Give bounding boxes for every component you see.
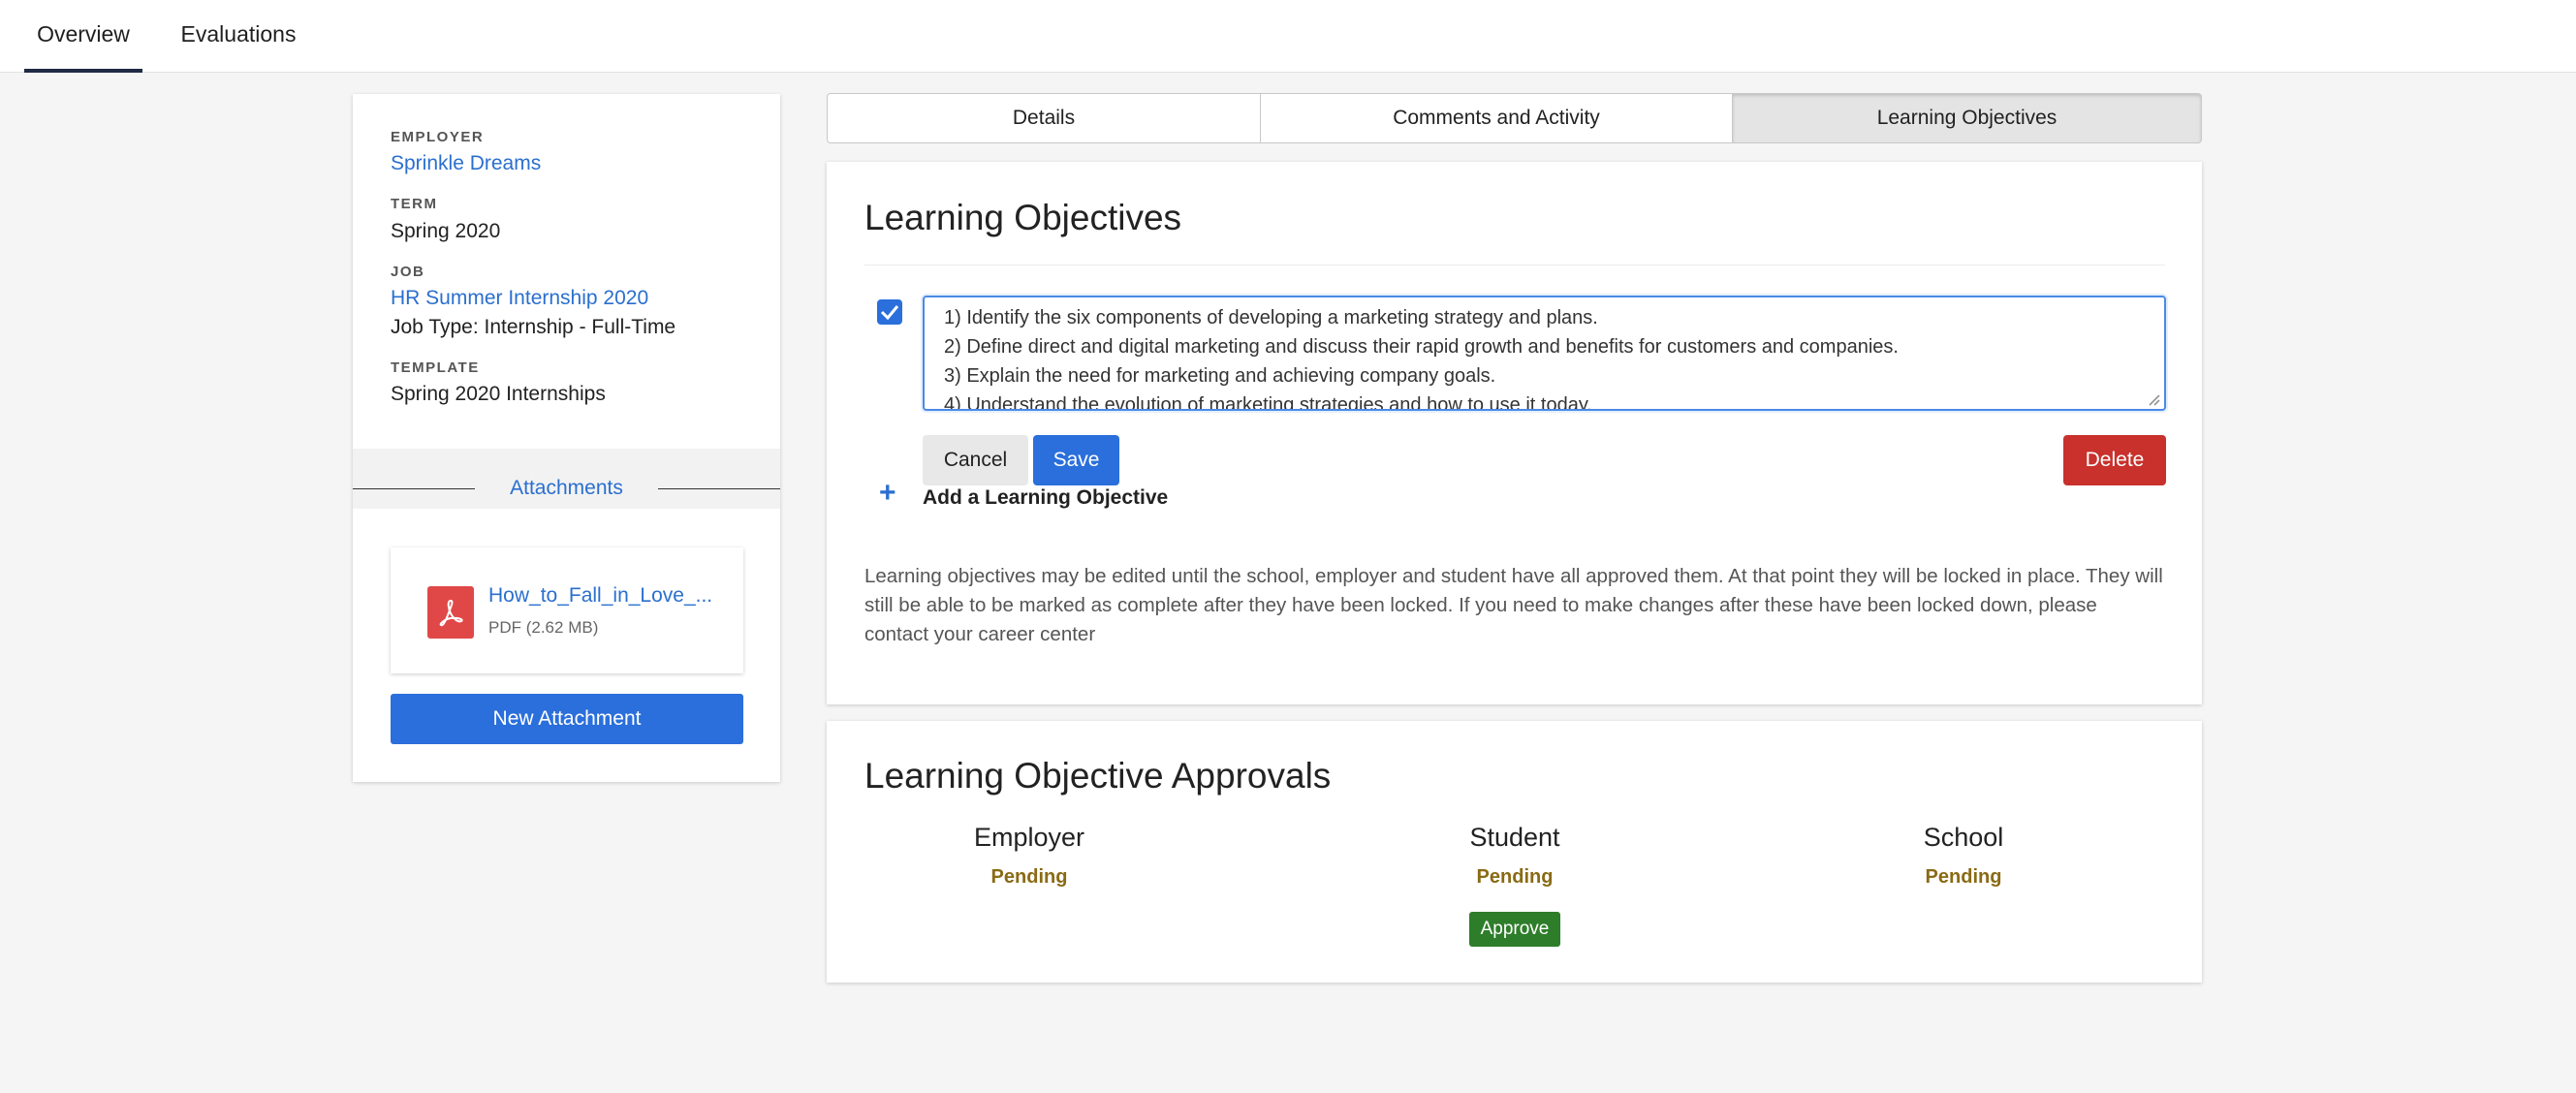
approval-school: School Pending <box>1818 823 2109 889</box>
attachments-title: Attachments <box>353 477 780 500</box>
objective-line: 4) Understand the evolution of marketing… <box>944 394 1592 411</box>
attachment-size: PDF (2.62 MB) <box>488 618 599 637</box>
pdf-icon <box>427 586 474 639</box>
approve-button[interactable]: Approve <box>1469 912 1560 947</box>
add-objective-link[interactable]: Add a Learning Objective <box>923 486 1168 510</box>
approvals-card: Learning Objective Approvals Employer Pe… <box>827 721 2202 983</box>
term-label: TERM <box>391 196 438 212</box>
term-value: Spring 2020 <box>391 220 501 242</box>
new-attachment-button[interactable]: New Attachment <box>391 694 743 744</box>
template-value: Spring 2020 Internships <box>391 383 606 405</box>
approval-student: Student Pending <box>1369 823 1660 889</box>
status-badge: Pending <box>1476 866 1554 888</box>
objective-line: 1) Identify the six components of develo… <box>944 307 1598 328</box>
objective-line: 3) Explain the need for marketing and ac… <box>944 365 1496 387</box>
tab-overview[interactable]: Overview <box>24 0 142 73</box>
resize-handle-icon[interactable] <box>2147 392 2160 406</box>
delete-button[interactable]: Delete <box>2063 435 2166 485</box>
template-label: TEMPLATE <box>391 359 480 376</box>
employer-link[interactable]: Sprinkle Dreams <box>391 152 541 175</box>
objective-textarea[interactable]: 1) Identify the six components of develo… <box>923 296 2166 411</box>
objective-checkbox[interactable] <box>877 299 902 325</box>
job-label: JOB <box>391 264 425 280</box>
top-nav: Overview Evaluations <box>0 0 2576 73</box>
save-button[interactable]: Save <box>1033 435 1119 485</box>
tab-evaluations[interactable]: Evaluations <box>173 0 304 73</box>
approval-name: School <box>1923 823 2004 852</box>
job-type: Job Type: Internship - Full-Time <box>391 316 676 338</box>
employer-label: EMPLOYER <box>391 129 485 145</box>
approval-employer: Employer Pending <box>884 823 1175 889</box>
job-link[interactable]: HR Summer Internship 2020 <box>391 287 648 310</box>
cancel-button[interactable]: Cancel <box>923 435 1028 485</box>
check-icon <box>880 305 899 321</box>
approval-name: Student <box>1469 823 1560 852</box>
attachment-card[interactable]: How_to_Fall_in_Love_... PDF (2.62 MB) <box>391 547 743 673</box>
plus-icon[interactable]: + <box>879 477 896 510</box>
tab-details[interactable]: Details <box>827 93 1261 143</box>
objectives-note: Learning objectives may be edited until … <box>864 565 2163 645</box>
objective-line: 2) Define direct and digital marketing a… <box>944 336 1899 358</box>
attachment-name[interactable]: How_to_Fall_in_Love_... <box>488 584 712 608</box>
approval-name: Employer <box>973 823 1085 852</box>
tab-learning-objectives[interactable]: Learning Objectives <box>1732 93 2202 143</box>
status-badge: Pending <box>990 866 1068 888</box>
attachments-title-text: Attachments <box>492 477 641 499</box>
status-badge: Pending <box>1925 866 2002 888</box>
section-title: Learning Objectives <box>864 198 1182 237</box>
learning-objectives-card: Learning Objectives 1) Identify the six … <box>827 162 2202 704</box>
tab-comments-activity[interactable]: Comments and Activity <box>1260 93 1733 143</box>
approvals-title: Learning Objective Approvals <box>864 756 1332 796</box>
info-sidebar: EMPLOYER Sprinkle Dreams TERM Spring 202… <box>353 94 780 782</box>
